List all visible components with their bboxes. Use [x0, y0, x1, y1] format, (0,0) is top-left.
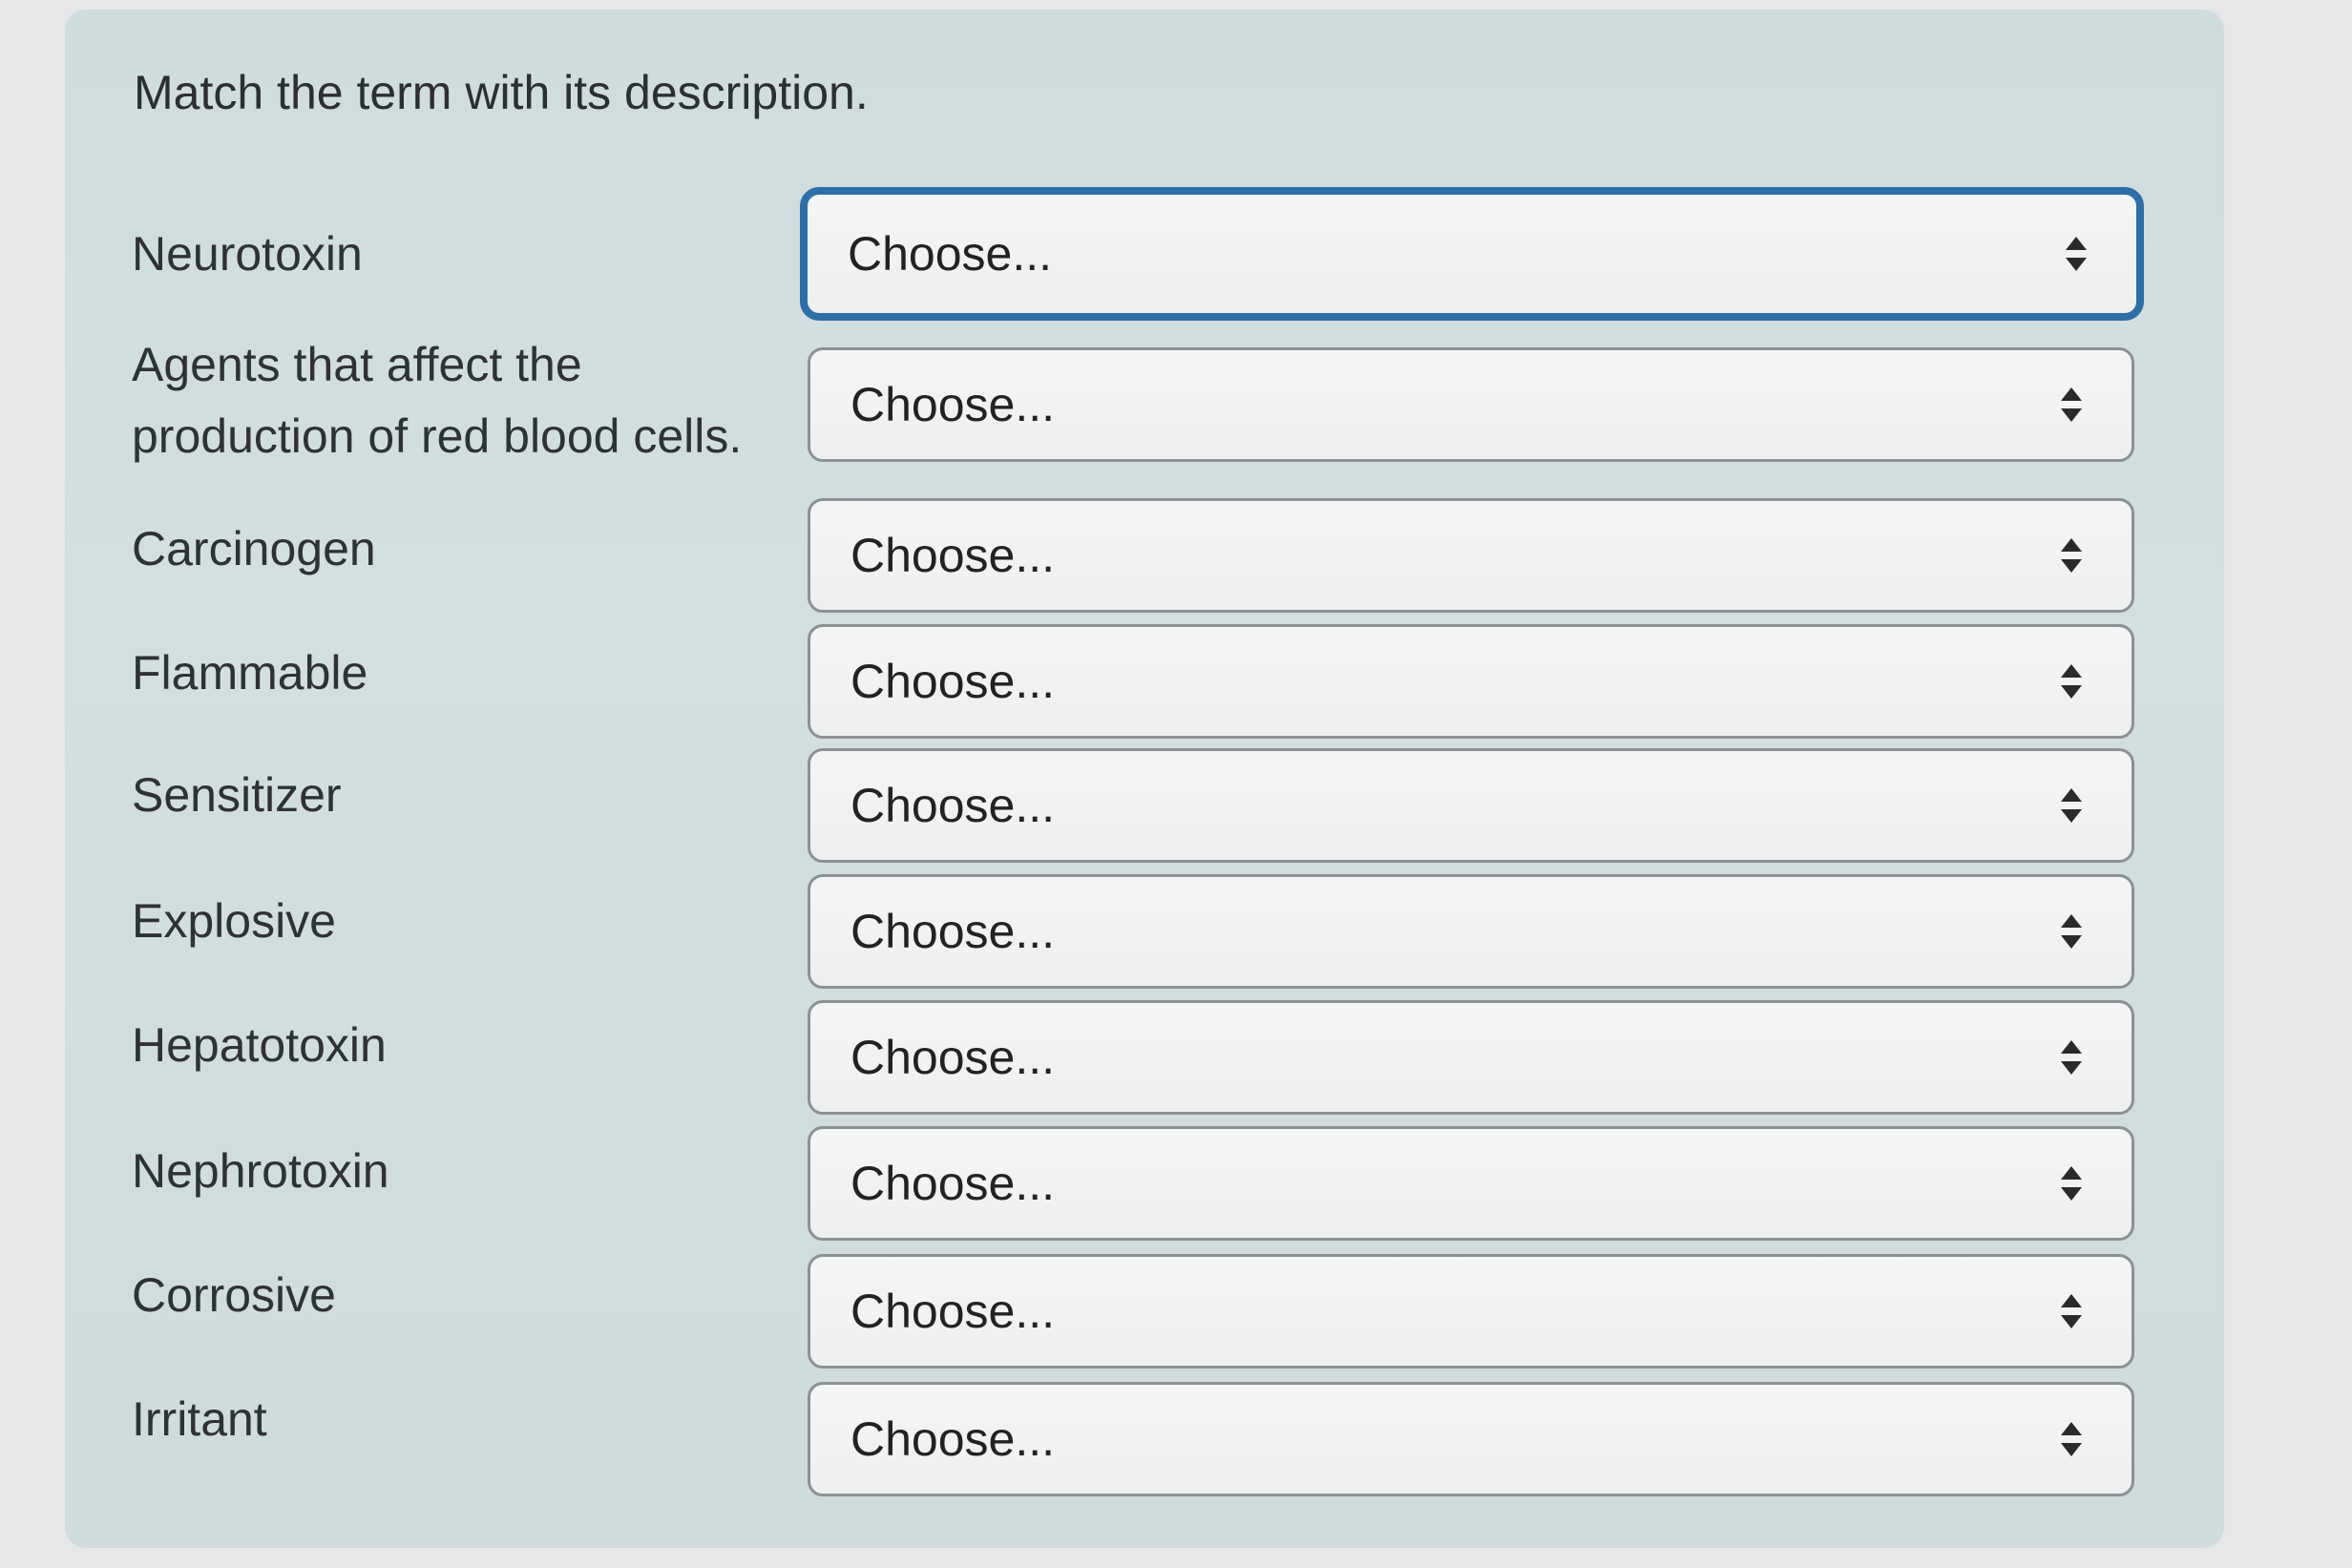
select-hepatotoxin[interactable]: Choose... [808, 1000, 2134, 1115]
up-down-chevron-icon [2061, 1166, 2082, 1201]
term-label: Nephrotoxin [132, 1144, 389, 1198]
select-value: Choose... [850, 1031, 1056, 1084]
term-label: Explosive [132, 894, 336, 948]
select-explosive[interactable]: Choose... [808, 874, 2134, 989]
up-down-chevron-icon [2061, 1040, 2082, 1075]
select-value: Choose... [850, 779, 1056, 832]
up-down-chevron-icon [2061, 788, 2082, 823]
select-value: Choose... [850, 1157, 1056, 1210]
up-down-chevron-icon [2061, 538, 2082, 573]
select-corrosive[interactable]: Choose... [808, 1254, 2134, 1369]
term-label: Sensitizer [132, 768, 342, 822]
select-value: Choose... [850, 529, 1056, 582]
up-down-chevron-icon [2061, 387, 2082, 422]
select-flammable[interactable]: Choose... [808, 624, 2134, 739]
question-prompt: Match the term with its description. [134, 66, 869, 119]
term-label: Flammable [132, 646, 368, 700]
up-down-chevron-icon [2066, 237, 2087, 271]
select-value: Choose... [848, 227, 1053, 281]
term-label: Hepatotoxin [132, 1018, 387, 1072]
select-value: Choose... [850, 655, 1056, 708]
select-red-blood-cells[interactable]: Choose... [808, 347, 2134, 462]
term-label: Irritant [132, 1392, 267, 1446]
select-value: Choose... [850, 905, 1056, 958]
select-value: Choose... [850, 378, 1056, 431]
up-down-chevron-icon [2061, 664, 2082, 699]
term-label: Neurotoxin [132, 227, 363, 281]
select-irritant[interactable]: Choose... [808, 1382, 2134, 1496]
term-label-line2: production of red blood cells. [132, 409, 743, 463]
term-label: Carcinogen [132, 522, 376, 575]
term-label-line1: Agents that affect the [132, 338, 582, 391]
select-carcinogen[interactable]: Choose... [808, 498, 2134, 613]
select-value: Choose... [850, 1412, 1056, 1466]
up-down-chevron-icon [2061, 914, 2082, 949]
term-label: Corrosive [132, 1268, 336, 1322]
select-neurotoxin[interactable]: Choose... [800, 187, 2144, 321]
select-value: Choose... [850, 1285, 1056, 1338]
up-down-chevron-icon [2061, 1294, 2082, 1328]
select-nephrotoxin[interactable]: Choose... [808, 1126, 2134, 1241]
up-down-chevron-icon [2061, 1422, 2082, 1456]
select-sensitizer[interactable]: Choose... [808, 748, 2134, 863]
